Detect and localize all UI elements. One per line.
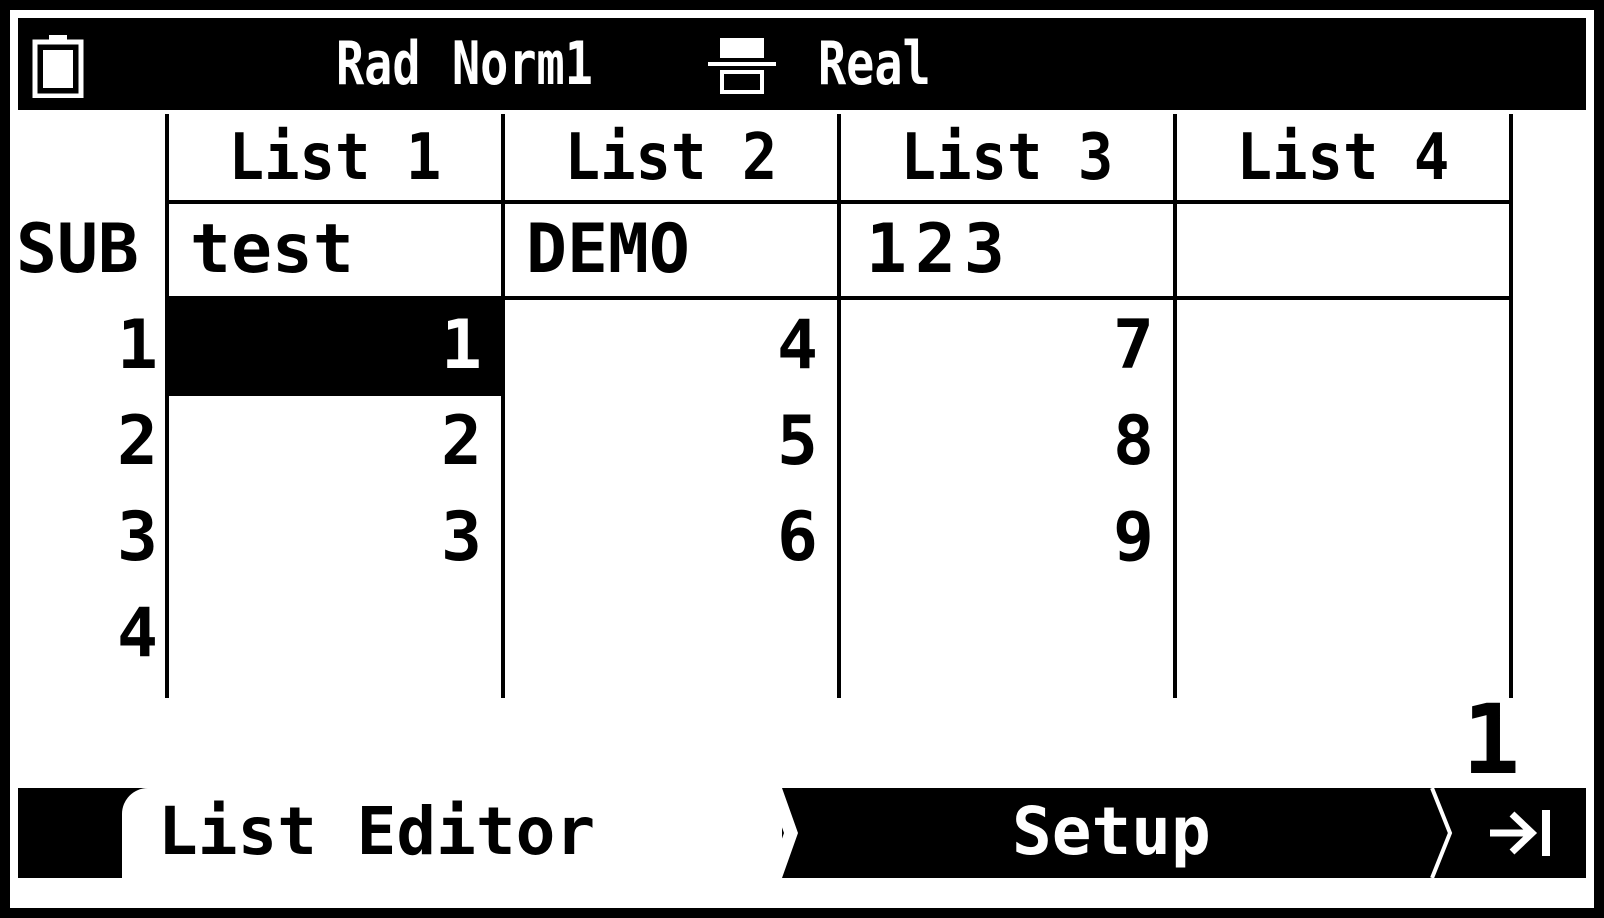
list-cell[interactable]: 6 [518,498,818,578]
list-cell[interactable]: 3 [182,498,482,578]
column-header-list-3[interactable]: List 3 [854,118,1159,198]
list-cell[interactable]: 8 [854,402,1154,482]
cursor-row-number: 1 [1462,684,1520,796]
list-cell[interactable]: 2 [182,402,482,482]
list-cell[interactable]: 9 [854,498,1154,578]
tab-setup[interactable]: Setup [1012,788,1211,876]
fraction-format-icon [708,38,776,94]
display-mode-indicator: Norm1 [452,29,593,99]
function-menu-bar: List Editor Setup [18,788,1586,878]
tab-list-editor-label: List Editor [158,793,596,870]
row-index: 4 [117,594,158,673]
battery-icon [32,35,84,98]
list-cell[interactable]: 4 [518,306,818,386]
angle-mode-indicator: Rad [336,29,421,99]
sub-cell-list-3[interactable]: 123 [866,210,1013,290]
sub-cell-list-2[interactable]: DEMO [526,210,690,290]
sub-cell-list-1[interactable]: test [190,210,354,290]
row-index: 2 [117,402,158,481]
row-index: 3 [117,498,158,577]
grid-line [165,200,1513,204]
column-header-list-4[interactable]: List 4 [1190,118,1495,198]
complex-mode-indicator: Real [818,29,931,99]
list-cell[interactable]: 7 [854,306,1154,386]
next-page-icon[interactable] [1486,804,1556,862]
menu-left-block [18,788,122,878]
column-header-list-2[interactable]: List 2 [518,118,823,198]
status-bar: Rad Norm1 Real [18,18,1586,110]
list-cell[interactable]: 5 [518,402,818,482]
list-cell[interactable]: 1 [182,306,482,386]
row-index: 1 [117,306,158,385]
column-header-list-1[interactable]: List 1 [182,118,487,198]
calculator-screen: Rad Norm1 Real List 1 List 2 List 3 List… [0,0,1604,918]
sub-row-label: SUB [16,210,139,289]
tab-separator-chevron [768,788,798,878]
screen-inner: Rad Norm1 Real List 1 List 2 List 3 List… [10,10,1594,908]
tab-separator-chevron [1430,788,1453,878]
